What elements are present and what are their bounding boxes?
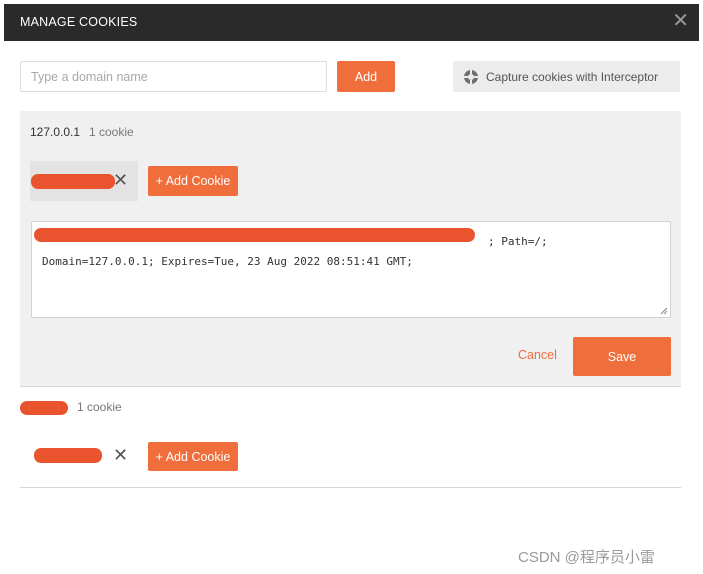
domain-name: 127.0.0.1: [30, 125, 81, 139]
cancel-button[interactable]: Cancel: [518, 348, 557, 362]
save-button[interactable]: Save: [573, 337, 671, 376]
dialog-title: MANAGE COOKIES: [20, 15, 138, 29]
capture-interceptor-button[interactable]: Capture cookies with Interceptor: [453, 61, 680, 92]
interceptor-icon: [463, 69, 479, 85]
remove-cookie-icon[interactable]: ✕: [113, 446, 128, 464]
remove-cookie-icon[interactable]: ✕: [113, 171, 128, 189]
redacted-domain-name: [20, 401, 68, 415]
domain-cookie-count: 1 cookie: [89, 125, 134, 139]
dialog-titlebar: MANAGE COOKIES ✕: [4, 4, 699, 41]
close-icon[interactable]: ✕: [672, 9, 689, 33]
divider: [20, 487, 681, 488]
redacted-cookie-value: [34, 228, 475, 242]
add-cookie-button[interactable]: + Add Cookie: [148, 442, 238, 471]
add-cookie-button[interactable]: + Add Cookie: [148, 166, 238, 196]
cookie-editor-line: Domain=127.0.0.1; Expires=Tue, 23 Aug 20…: [42, 255, 413, 268]
resize-handle-icon[interactable]: [660, 307, 668, 315]
add-domain-button[interactable]: Add: [337, 61, 395, 92]
redacted-cookie-name: [31, 174, 115, 189]
watermark: CSDN @程序员小雷: [518, 549, 655, 566]
domain-cookie-count: 1 cookie: [77, 400, 122, 414]
capture-interceptor-label: Capture cookies with Interceptor: [486, 69, 659, 84]
domain-name-input[interactable]: [20, 61, 327, 92]
redacted-cookie-name[interactable]: [34, 448, 102, 463]
